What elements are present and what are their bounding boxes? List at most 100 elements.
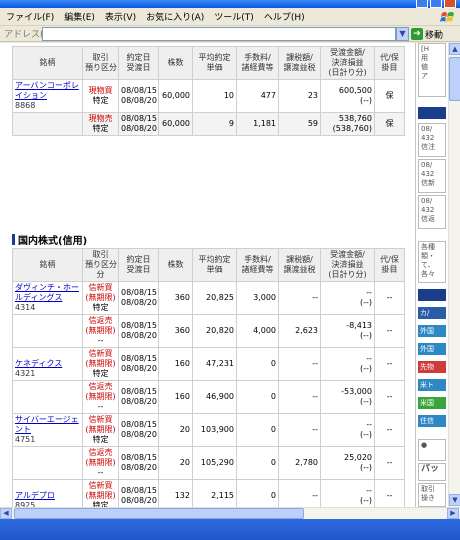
stock-cell: アーバンコーポレイション 8868: [12, 79, 83, 113]
side-tag-button[interactable]: 外国: [418, 343, 446, 355]
minimize-button[interactable]: [416, 0, 428, 8]
column-header: 株数: [158, 46, 193, 80]
amount-cell: -8,413 (--): [320, 314, 375, 348]
trade-date: 08/08/15: [121, 420, 157, 429]
menu-view[interactable]: 表示(V): [105, 10, 136, 23]
account-type: --: [97, 336, 104, 345]
settle-date: 08/08/20: [121, 124, 157, 133]
stock-name-link[interactable]: アーバンコーポレイション: [15, 81, 80, 101]
side-tag-button[interactable]: カ/: [418, 307, 446, 319]
maximize-button[interactable]: [430, 0, 442, 8]
side-tag-button[interactable]: 住信: [418, 415, 446, 427]
horizontal-scroll-thumb[interactable]: [14, 508, 304, 519]
menu-edit[interactable]: 編集(E): [64, 10, 95, 23]
go-button[interactable]: ➔ 移動: [411, 27, 459, 41]
price-cell: 9: [192, 112, 237, 136]
column-header: 約定日 受渡日: [118, 248, 159, 282]
trade-term: (無期限): [85, 392, 116, 401]
scroll-right-icon[interactable]: ▶: [447, 508, 459, 519]
tax-cell: 59: [278, 112, 321, 136]
settle-date: 08/08/20: [121, 496, 157, 505]
scroll-up-icon[interactable]: ▲: [449, 43, 460, 55]
amount-value: 538,760: [338, 114, 372, 123]
trade-type: 信新買: [88, 415, 113, 424]
date-cell: 08/08/15 08/08/20: [118, 314, 159, 348]
amount-value: 600,500: [338, 86, 372, 95]
stock-name-link[interactable]: サイバーエージェント: [15, 415, 80, 435]
side-pack-label[interactable]: パッ: [418, 463, 446, 481]
address-dropdown-icon[interactable]: ▼: [396, 27, 409, 41]
trade-type: 信返売: [88, 382, 113, 391]
side-help-icon[interactable]: ●: [418, 439, 446, 461]
fee-cell: 3,000: [236, 281, 279, 315]
trade-type-cell: 現物買 特定: [82, 79, 119, 113]
fee-cell: 0: [236, 446, 279, 480]
date-cell: 08/08/15 08/08/20: [118, 79, 159, 113]
stock-name-link[interactable]: ケネディクス: [15, 359, 80, 369]
table-row: アーバンコーポレイション 8868 現物買 特定 08/08/15 08/08/20 60,…: [12, 79, 405, 113]
scroll-left-icon[interactable]: ◀: [0, 508, 12, 519]
vertical-scroll-thumb[interactable]: [449, 57, 460, 101]
menu-help[interactable]: ヘルプ(H): [264, 10, 305, 23]
fee-cell: 0: [236, 380, 279, 414]
horizontal-scrollbar[interactable]: ◀ ▶: [0, 507, 460, 519]
trade-type-cell: 信新買 (無期限) 特定: [82, 281, 119, 315]
trade-type: 信新買: [88, 283, 113, 292]
account-type: 特定: [92, 124, 109, 133]
settle-date: 08/08/20: [121, 463, 157, 472]
margin-section-title: 国内株式(信用): [12, 232, 87, 247]
close-button[interactable]: [444, 0, 456, 8]
column-header: 銘柄: [12, 46, 83, 80]
side-header-tag: [418, 107, 446, 119]
trade-type-cell: 信返売 (無期限) --: [82, 314, 119, 348]
quantity-cell: 132: [158, 479, 193, 507]
address-bar: アドレス(D) ▼ ➔ 移動: [0, 26, 460, 42]
spot-trades-table: 銘柄 取引 預り区分 約定日 受渡日 株数 平均約定 単価 手数料/ 諸経費等 課税額/ 譲…: [12, 46, 405, 136]
side-tag-button[interactable]: 外国: [418, 325, 446, 337]
trade-date: 08/08/15: [121, 114, 157, 123]
scroll-down-icon[interactable]: ▼: [449, 494, 460, 506]
menu-bar: ファイル(F) 編集(E) 表示(V) お気に入り(A) ツール(T) ヘルプ(…: [0, 8, 460, 26]
column-header: 平均約定 単価: [192, 46, 237, 80]
stock-name-link[interactable]: アルデプロ: [15, 491, 80, 501]
menu-favorites[interactable]: お気に入り(A): [146, 10, 204, 23]
pl-value: (--): [359, 298, 372, 307]
title-bar: [0, 0, 460, 8]
fee-cell: 4,000: [236, 314, 279, 348]
settle-date: 08/08/20: [121, 298, 157, 307]
settle-date: 08/08/20: [121, 397, 157, 406]
side-tag-button[interactable]: 先物: [418, 361, 446, 373]
account-type: 特定: [92, 435, 109, 444]
table-row: 信返売 (無期限) -- 08/08/15 08/08/20 160 46,900 0 -- -5…: [12, 380, 405, 414]
menu-tools[interactable]: ツール(T): [214, 10, 254, 23]
stock-code: 8868: [15, 101, 36, 110]
tax-cell: --: [278, 281, 321, 315]
table-row: ケネディクス 4321 信新買 (無期限) 特定 08/08/15 08/08/20 160 4…: [12, 347, 405, 381]
quantity-cell: 20: [158, 446, 193, 480]
table-row: 信返売 (無期限) -- 08/08/15 08/08/20 20 105,290 0 2,78…: [12, 446, 405, 480]
menu-file[interactable]: ファイル(F): [6, 10, 54, 23]
fee-cell: 0: [236, 413, 279, 447]
account-type: --: [97, 402, 104, 411]
date-cell: 08/08/15 08/08/20: [118, 479, 159, 507]
trade-term: (無期限): [85, 326, 116, 335]
trade-type: 信新買: [88, 481, 113, 490]
address-input[interactable]: [42, 27, 396, 41]
amount-value: --: [366, 354, 372, 363]
pl-value: (--): [359, 496, 372, 505]
stock-cell: ケネディクス 4321: [12, 347, 83, 381]
pl-value: (--): [359, 364, 372, 373]
vertical-scrollbar[interactable]: ▲ ▼: [448, 43, 460, 507]
hold-cell: --: [374, 281, 405, 315]
tax-cell: --: [278, 347, 321, 381]
stock-name-link[interactable]: ダヴィンチ・ホールディングス: [15, 283, 80, 303]
column-header: 受渡金額/ 決済損益 (日計り分): [320, 46, 375, 80]
amount-cell: 600,500 (--): [320, 79, 375, 113]
column-header: 課税額/ 譲渡益税: [278, 248, 321, 282]
trade-type: 信返売: [88, 448, 113, 457]
table-row: 現物売 特定 08/08/15 08/08/20 60,000 9 1,181 59 538,7…: [12, 112, 405, 136]
amount-value: --: [366, 486, 372, 495]
side-tag-button[interactable]: 米ト: [418, 379, 446, 391]
trade-date: 08/08/15: [121, 387, 157, 396]
side-tag-button[interactable]: 米国: [418, 397, 446, 409]
